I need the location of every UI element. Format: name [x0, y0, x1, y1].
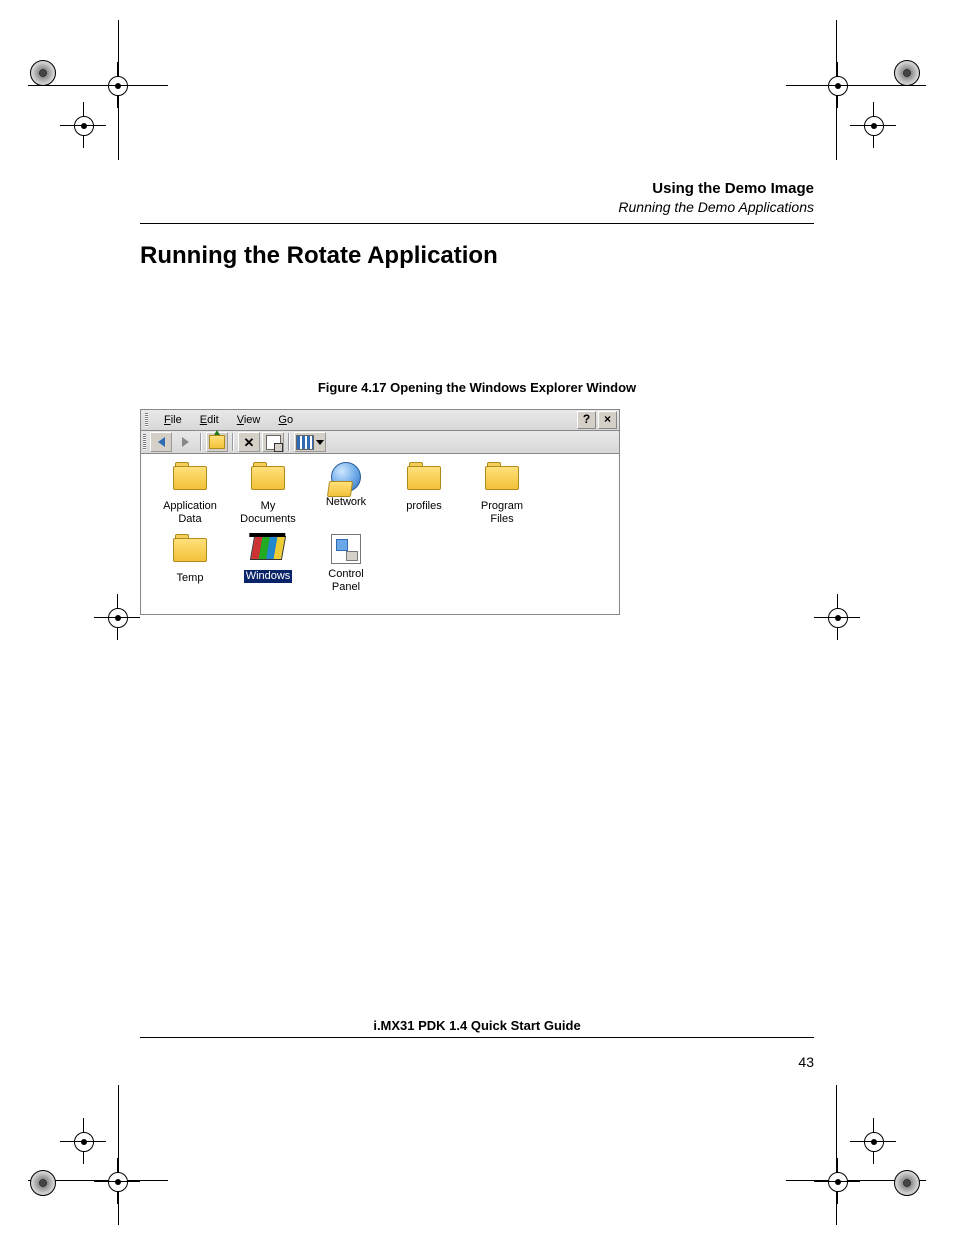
explorer-item-label: Windows — [244, 570, 293, 583]
page-number: 43 — [140, 1054, 814, 1070]
explorer-item[interactable]: profiles — [385, 462, 463, 526]
grip-icon — [143, 434, 146, 450]
subchapter-title: Running the Demo Applications — [140, 199, 814, 215]
footer: i.MX31 PDK 1.4 Quick Start Guide 43 — [140, 1018, 814, 1070]
back-button[interactable] — [150, 432, 172, 452]
explorer-item[interactable]: Network — [307, 462, 385, 526]
folder-icon — [251, 466, 283, 490]
page: Using the Demo Image Running the Demo Ap… — [140, 60, 814, 1110]
registration-mark-icon — [66, 1124, 100, 1158]
grip-icon — [145, 413, 148, 427]
section-title: Running the Rotate Application — [140, 242, 814, 270]
explorer-item-label: profiles — [404, 500, 443, 513]
x-icon: ✕ — [244, 436, 255, 449]
registration-mark-icon — [66, 108, 100, 142]
crop-circle-icon — [894, 60, 920, 86]
properties-icon — [266, 435, 281, 450]
explorer-item[interactable]: MyDocuments — [229, 462, 307, 526]
windows-logo-icon — [250, 536, 286, 560]
folder-icon — [173, 466, 205, 490]
registration-mark-icon — [100, 600, 134, 634]
menu-edit[interactable]: Edit — [196, 413, 223, 427]
explorer-item-label: Network — [324, 496, 368, 509]
figure-caption: Figure 4.17 Opening the Windows Explorer… — [140, 380, 814, 395]
up-button[interactable] — [206, 432, 228, 452]
explorer-item[interactable]: ProgramFiles — [463, 462, 541, 526]
registration-mark-icon — [820, 1164, 854, 1198]
explorer-item[interactable]: ApplicationData — [151, 462, 229, 526]
explorer-content: ApplicationData MyDocuments Network profile… — [140, 454, 620, 615]
crop-circle-icon — [894, 1170, 920, 1196]
menu-go[interactable]: Go — [274, 413, 297, 427]
registration-mark-icon — [100, 68, 134, 102]
separator-icon — [288, 433, 290, 451]
crop-circle-icon — [30, 1170, 56, 1196]
close-button[interactable]: × — [598, 411, 617, 429]
explorer-item[interactable]: ControlPanel — [307, 534, 385, 594]
explorer-item-label: MyDocuments — [238, 500, 298, 526]
registration-mark-icon — [820, 68, 854, 102]
footer-title: i.MX31 PDK 1.4 Quick Start Guide — [140, 1018, 814, 1033]
separator-icon — [232, 433, 234, 451]
menu-file[interactable]: File — [160, 413, 186, 427]
registration-mark-icon — [856, 1124, 890, 1158]
chevron-down-icon — [316, 440, 324, 445]
explorer-item[interactable]: Windows — [229, 534, 307, 594]
explorer-item-label: ControlPanel — [326, 568, 365, 594]
help-button[interactable]: ? — [577, 411, 596, 429]
control-panel-icon — [331, 534, 361, 564]
registration-mark-icon — [820, 600, 854, 634]
menubar: File Edit View Go ? × — [140, 409, 620, 431]
folder-icon — [407, 466, 439, 490]
footer-rule — [140, 1037, 814, 1038]
registration-mark-icon — [856, 108, 890, 142]
folder-icon — [485, 466, 517, 490]
explorer-item-label: ApplicationData — [161, 500, 219, 526]
views-icon — [296, 435, 314, 450]
registration-mark-icon — [100, 1164, 134, 1198]
toolbar: ✕ — [140, 431, 620, 454]
network-icon — [331, 462, 361, 492]
views-button[interactable] — [294, 432, 326, 452]
up-folder-icon — [209, 435, 225, 449]
arrow-left-icon — [158, 437, 165, 447]
crop-circle-icon — [30, 60, 56, 86]
properties-button[interactable] — [262, 432, 284, 452]
header-rule — [140, 223, 814, 224]
forward-button[interactable] — [174, 432, 196, 452]
explorer-item[interactable]: Temp — [151, 534, 229, 594]
explorer-item-label: ProgramFiles — [479, 500, 525, 526]
folder-icon — [173, 538, 205, 562]
explorer-item-label: Temp — [175, 572, 206, 585]
menu-view[interactable]: View — [233, 413, 265, 427]
delete-button[interactable]: ✕ — [238, 432, 260, 452]
arrow-right-icon — [182, 437, 189, 447]
explorer-window: File Edit View Go ? × ✕ ApplicationData M… — [140, 409, 620, 615]
chapter-title: Using the Demo Image — [140, 180, 814, 197]
separator-icon — [200, 433, 202, 451]
running-header: Using the Demo Image Running the Demo Ap… — [140, 180, 814, 215]
